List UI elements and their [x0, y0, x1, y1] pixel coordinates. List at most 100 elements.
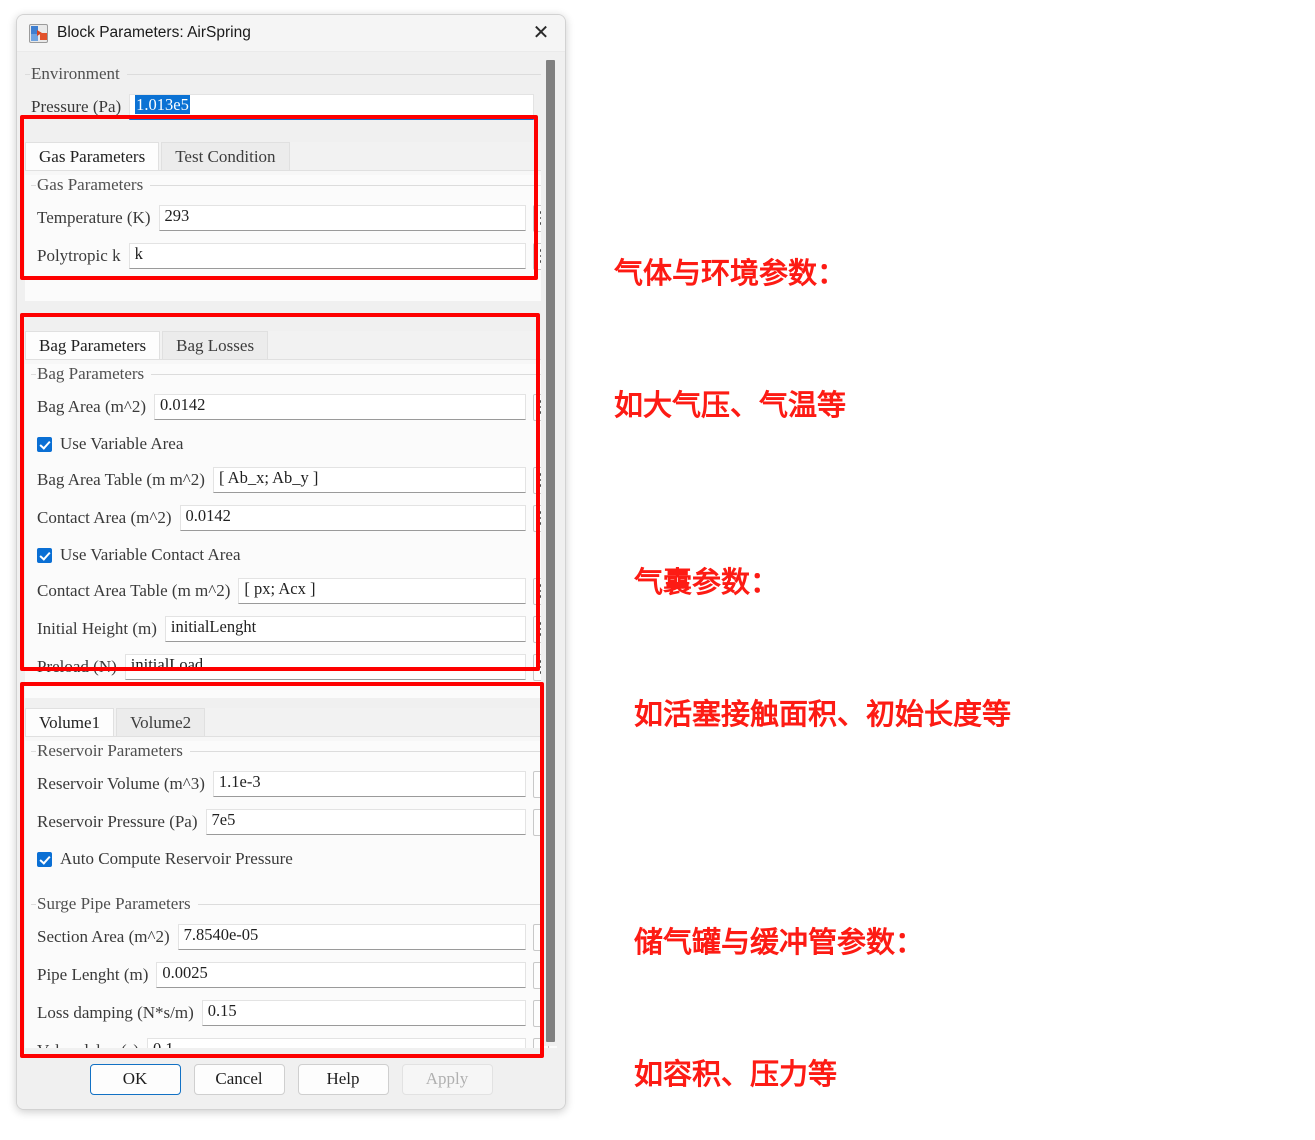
checkbox-icon[interactable]: [37, 436, 52, 452]
environment-group-header: Environment: [25, 64, 557, 84]
gas-parameters-group-header: Gas Parameters: [31, 175, 549, 195]
polytropic-k-label: Polytropic k: [37, 246, 121, 265]
contact-area-table-label: Contact Area Table (m m^2): [37, 581, 231, 600]
cancel-button[interactable]: Cancel: [193, 1063, 285, 1095]
bag-parameters-group-header: Bag Parameters: [31, 364, 549, 384]
row-reservoir-pressure: Reservoir Pressure (Pa) 7e5: [31, 807, 549, 837]
preload-field-wrap: initialLoad: [124, 653, 549, 681]
checkbox-auto-compute-reservoir-pressure[interactable]: Auto Compute Reservoir Pressure: [31, 846, 549, 872]
scrollbar-thumb[interactable]: [546, 60, 555, 1042]
reservoir-pressure-input[interactable]: 7e5: [205, 809, 526, 835]
row-initial-height: Initial Height (m) initialLenght: [31, 614, 549, 644]
checkbox-use-variable-area[interactable]: Use Variable Area: [31, 431, 549, 457]
reservoir-pressure-field-wrap: 7e5: [205, 808, 549, 836]
annotation-volume: 储气罐与缓冲管参数： 如容积、压力等: [634, 832, 924, 1140]
tab-volume2[interactable]: Volume2: [116, 708, 206, 736]
row-pipe-lenght: Pipe Lenght (m) 0.0025: [31, 960, 549, 990]
simulink-block-icon: [29, 23, 48, 43]
dialog-footer: OK Cancel Help Apply: [17, 1048, 565, 1109]
apply-button: Apply: [401, 1063, 493, 1095]
reservoir-group-header: Reservoir Parameters: [31, 741, 549, 761]
initial-height-input[interactable]: initialLenght: [164, 616, 526, 642]
environment-group: Environment Pressure (Pa) 1.013e5: [25, 64, 557, 128]
group-divider-line: [197, 903, 549, 905]
annotation-bag: 气囊参数： 如活塞接触面积、初始长度等: [634, 472, 1011, 780]
use-variable-area-label: Use Variable Area: [60, 434, 184, 453]
preload-label: Preload (N): [37, 657, 117, 676]
temperature-input[interactable]: 293: [158, 205, 526, 231]
group-divider-line: [126, 73, 557, 75]
pipe-lenght-input[interactable]: 0.0025: [156, 962, 526, 988]
valve-delay-input[interactable]: 0.1: [146, 1038, 526, 1048]
contact-area-table-input[interactable]: [ px; Acx ]: [238, 578, 526, 604]
row-preload: Preload (N) initialLoad: [31, 652, 549, 682]
bag-area-table-input[interactable]: [ Ab_x; Ab_y ]: [212, 467, 526, 493]
pressure-input[interactable]: 1.013e5: [129, 94, 534, 120]
ok-button[interactable]: OK: [89, 1063, 181, 1095]
contact-area-input[interactable]: 0.0142: [179, 505, 526, 531]
help-button[interactable]: Help: [297, 1063, 389, 1095]
pipe-lenght-label: Pipe Lenght (m): [37, 965, 149, 984]
checkbox-icon[interactable]: [37, 851, 52, 867]
tab-gas-parameters[interactable]: Gas Parameters: [25, 142, 160, 170]
reservoir-volume-field-wrap: 1.1e-3: [212, 770, 549, 798]
dialog-content: Environment Pressure (Pa) 1.013e5 Gas Pa…: [17, 52, 565, 1048]
row-section-area: Section Area (m^2) 7.8540e-05: [31, 922, 549, 952]
bag-area-table-label: Bag Area Table (m m^2): [37, 470, 205, 489]
gas-parameters-group: Gas Parameters Temperature (K) 293 Polyt…: [31, 175, 549, 277]
group-divider-line: [189, 750, 549, 752]
row-pressure: Pressure (Pa) 1.013e5: [25, 92, 557, 122]
reservoir-volume-input[interactable]: 1.1e-3: [212, 771, 526, 797]
close-icon[interactable]: ✕: [523, 18, 559, 48]
row-temperature: Temperature (K) 293: [31, 203, 549, 233]
pipe-lenght-field-wrap: 0.0025: [156, 961, 549, 989]
pressure-label: Pressure (Pa): [31, 97, 122, 116]
bag-area-table-field-wrap: [ Ab_x; Ab_y ]: [212, 466, 549, 494]
bag-tabstrip: Bag Parameters Bag Losses: [25, 331, 557, 360]
tab-bag-parameters[interactable]: Bag Parameters: [25, 331, 161, 359]
group-divider-line: [151, 373, 549, 375]
gas-tabstrip: Gas Parameters Test Condition: [25, 142, 557, 171]
gas-section: Gas Parameters Test Condition Gas Parame…: [25, 142, 557, 301]
valve-delay-field-wrap: 0.1: [146, 1037, 549, 1048]
group-divider-line: [150, 184, 549, 186]
reservoir-pressure-label: Reservoir Pressure (Pa): [37, 812, 198, 831]
row-reservoir-volume: Reservoir Volume (m^3) 1.1e-3: [31, 769, 549, 799]
bag-tabpanel: Bag Parameters Bag Area (m^2) 0.0142 Use…: [25, 364, 557, 698]
annotation-gas: 气体与环境参数： 如大气压、气温等: [614, 163, 846, 471]
pressure-field-wrap: 1.013e5: [129, 93, 557, 121]
block-parameters-dialog: Block Parameters: AirSpring ✕ Environmen…: [16, 14, 566, 1110]
tab-volume1[interactable]: Volume1: [25, 708, 115, 736]
tab-bag-losses[interactable]: Bag Losses: [162, 331, 269, 359]
bag-parameters-group-title: Bag Parameters: [37, 364, 145, 383]
bag-area-input[interactable]: 0.0142: [154, 394, 526, 420]
row-contact-area-table: Contact Area Table (m m^2) [ px; Acx ]: [31, 576, 549, 606]
dialog-title-bar: Block Parameters: AirSpring ✕: [17, 15, 565, 52]
checkbox-use-variable-contact-area[interactable]: Use Variable Contact Area: [31, 542, 549, 568]
reservoir-group-title: Reservoir Parameters: [37, 741, 183, 760]
section-area-input[interactable]: 7.8540e-05: [177, 924, 526, 950]
auto-compute-label: Auto Compute Reservoir Pressure: [60, 849, 293, 868]
annotation-bag-line1: 气囊参数：: [634, 565, 780, 599]
annotation-volume-line2: 如容积、压力等: [634, 1057, 838, 1091]
row-contact-area: Contact Area (m^2) 0.0142: [31, 503, 549, 533]
checkbox-icon[interactable]: [37, 547, 52, 563]
tab-test-condition[interactable]: Test Condition: [161, 142, 290, 170]
preload-input[interactable]: initialLoad: [124, 654, 526, 680]
row-polytropic-k: Polytropic k k: [31, 241, 549, 271]
row-valve-delay: Valve delay (s) 0.1: [31, 1036, 549, 1048]
gas-tabpanel: Gas Parameters Temperature (K) 293 Polyt…: [25, 175, 557, 301]
loss-damping-input[interactable]: 0.15: [201, 1000, 526, 1026]
vertical-scrollbar[interactable]: [541, 58, 561, 1046]
volume-tabstrip: Volume1 Volume2: [25, 708, 557, 737]
bag-area-field-wrap: 0.0142: [154, 393, 549, 421]
polytropic-k-input[interactable]: k: [128, 243, 526, 269]
valve-delay-label: Valve delay (s): [31, 1041, 147, 1048]
annotation-gas-line1: 气体与环境参数：: [614, 256, 847, 290]
contact-area-table-field-wrap: [ px; Acx ]: [238, 577, 549, 605]
surge-group-header: Surge Pipe Parameters: [31, 894, 549, 914]
